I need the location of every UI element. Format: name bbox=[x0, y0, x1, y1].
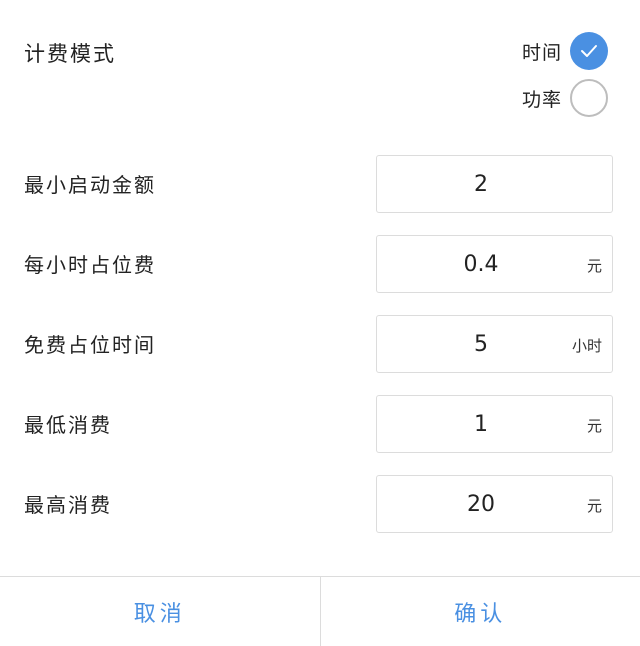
billing-option-time[interactable]: 时间 bbox=[522, 32, 608, 70]
min-consumption-label: 最低消费 bbox=[24, 413, 112, 437]
hourly-occupancy-fee-unit: 元 bbox=[586, 257, 602, 275]
confirm-button[interactable]: 确认 bbox=[321, 577, 640, 646]
hourly-occupancy-fee-input[interactable]: 0.4 元 bbox=[376, 235, 613, 293]
max-consumption-row: 最高消费 20 元 bbox=[0, 475, 640, 533]
min-consumption-unit: 元 bbox=[586, 417, 602, 435]
min-start-amount-label: 最小启动金额 bbox=[24, 173, 156, 197]
free-occupancy-time-unit: 小时 bbox=[571, 337, 602, 355]
dialog-footer: 取消 确认 bbox=[0, 576, 640, 646]
hourly-occupancy-fee-row: 每小时占位费 0.4 元 bbox=[0, 235, 640, 293]
max-consumption-label: 最高消费 bbox=[24, 493, 112, 517]
free-occupancy-time-input[interactable]: 5 小时 bbox=[376, 315, 613, 373]
hourly-occupancy-fee-value[interactable]: 0.4 bbox=[377, 236, 585, 294]
max-consumption-unit: 元 bbox=[586, 497, 602, 515]
free-occupancy-time-label: 免费占位时间 bbox=[24, 333, 156, 357]
radio-unchecked-icon[interactable] bbox=[570, 79, 608, 117]
free-occupancy-time-value[interactable]: 5 bbox=[377, 316, 585, 374]
hourly-occupancy-fee-label: 每小时占位费 bbox=[24, 253, 156, 277]
min-consumption-value[interactable]: 1 bbox=[377, 396, 585, 454]
max-consumption-value[interactable]: 20 bbox=[377, 476, 585, 534]
min-consumption-input[interactable]: 1 元 bbox=[376, 395, 613, 453]
min-start-amount-value[interactable]: 2 bbox=[377, 156, 585, 214]
free-occupancy-time-row: 免费占位时间 5 小时 bbox=[0, 315, 640, 373]
billing-option-time-label: 时间 bbox=[521, 41, 562, 64]
billing-option-power[interactable]: 功率 bbox=[522, 79, 608, 117]
billing-option-power-label: 功率 bbox=[521, 88, 562, 111]
billing-mode-label: 计费模式 bbox=[24, 42, 116, 66]
min-consumption-row: 最低消费 1 元 bbox=[0, 395, 640, 453]
min-start-amount-row: 最小启动金额 2 bbox=[0, 155, 640, 213]
min-start-amount-input[interactable]: 2 bbox=[376, 155, 613, 213]
max-consumption-input[interactable]: 20 元 bbox=[376, 475, 613, 533]
radio-checked-icon[interactable] bbox=[570, 32, 608, 70]
cancel-button[interactable]: 取消 bbox=[0, 577, 321, 646]
